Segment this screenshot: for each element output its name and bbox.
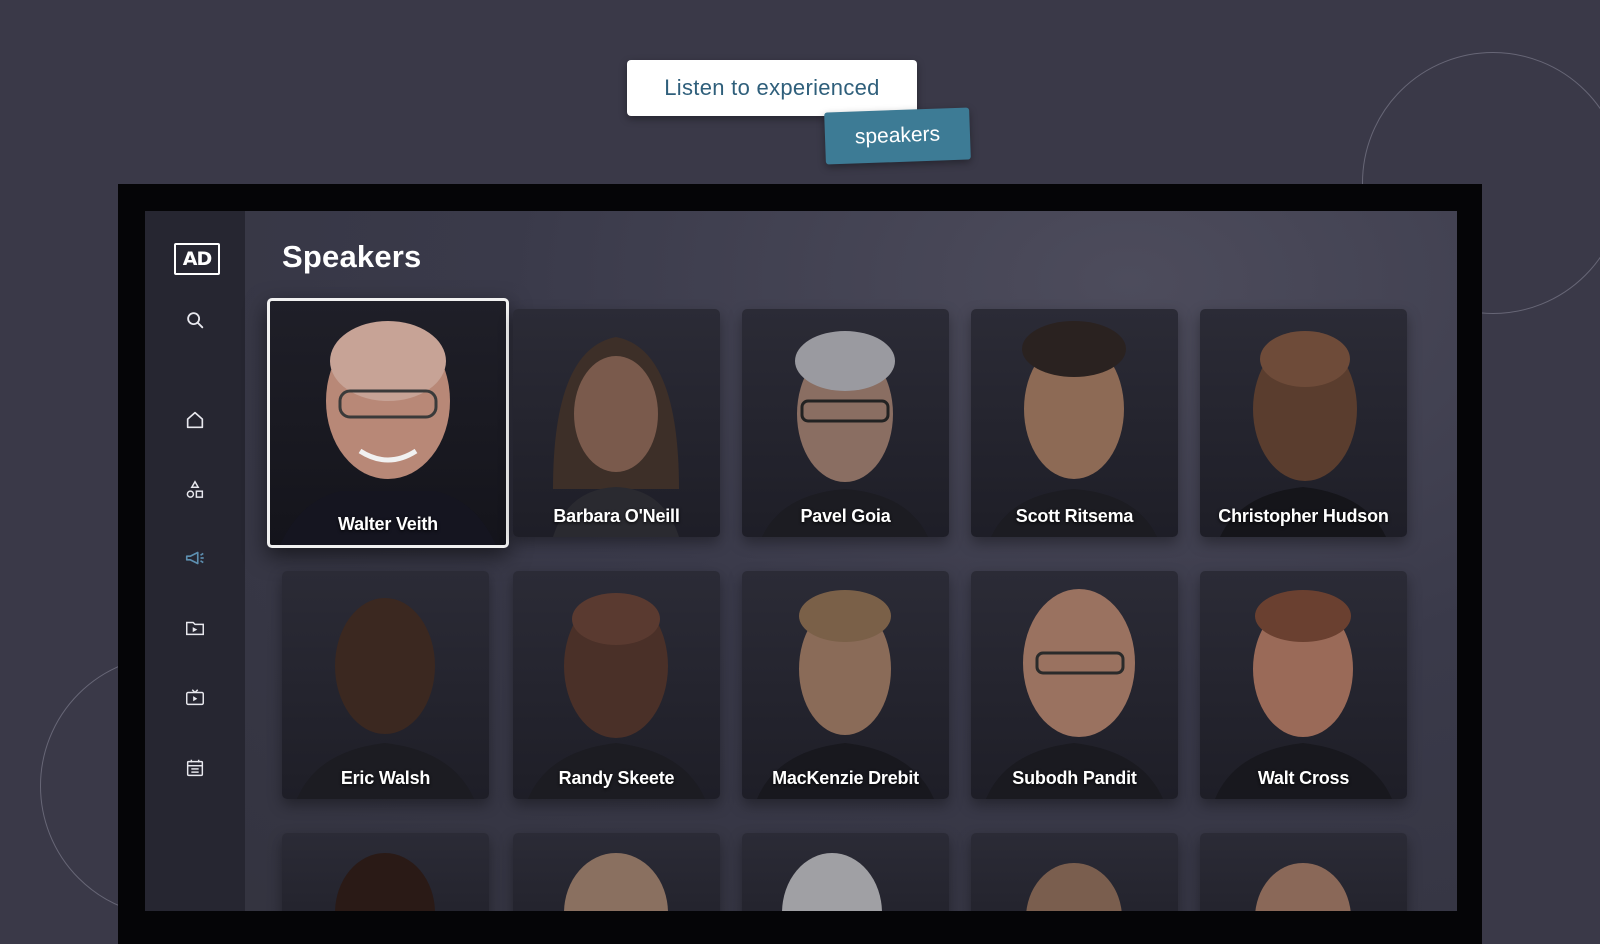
speaker-name: Barbara O'Neill [553, 506, 680, 526]
speaker-name: Randy Skeete [558, 768, 675, 788]
speaker-portrait [335, 853, 435, 911]
speaker-card[interactable]: Christopher Hudson [1200, 309, 1407, 537]
library-icon[interactable] [183, 616, 207, 640]
speaker-name: Pavel Goia [800, 506, 891, 526]
speaker-portrait [280, 321, 496, 545]
speaker-card[interactable]: Pavel Goia [742, 309, 949, 537]
calendar-icon[interactable] [183, 756, 207, 780]
speaker-name: Walt Cross [1257, 768, 1350, 788]
categories-icon[interactable] [183, 478, 207, 502]
speaker-portrait [757, 590, 934, 799]
sidebar: AD [145, 211, 245, 911]
home-icon[interactable] [183, 408, 207, 432]
speaker-name: MacKenzie Drebit [772, 768, 919, 788]
speaker-name: Walter Veith [338, 514, 438, 534]
speaker-name: Christopher Hudson [1218, 506, 1389, 526]
speaker-portrait [991, 321, 1157, 537]
speaker-portrait [564, 853, 668, 911]
speaker-name: Subodh Pandit [1012, 768, 1137, 788]
speaker-card[interactable]: MacKenzie Drebit [742, 571, 949, 799]
speaker-card[interactable] [513, 833, 720, 911]
speaker-portrait [762, 331, 928, 537]
page-title: Speakers [282, 239, 422, 274]
speaker-card[interactable]: Scott Ritsema [971, 309, 1178, 537]
promo-highlight: speakers [824, 107, 971, 165]
speaker-portrait [1255, 863, 1351, 911]
speaker-portrait [1220, 331, 1386, 537]
speaker-card[interactable]: Randy Skeete [513, 571, 720, 799]
speaker-card[interactable] [971, 833, 1178, 911]
speaker-portrait [1026, 863, 1122, 911]
megaphone-icon[interactable] [183, 546, 207, 570]
search-icon[interactable] [183, 308, 207, 332]
speaker-card[interactable]: Barbara O'Neill [513, 309, 720, 537]
speaker-card[interactable]: Eric Walsh [282, 571, 489, 799]
speaker-portrait [782, 853, 882, 911]
speaker-name: Scott Ritsema [1015, 506, 1134, 526]
speaker-portrait [528, 593, 705, 799]
speaker-portrait [986, 589, 1163, 799]
speaker-card[interactable]: Subodh Pandit [971, 571, 1178, 799]
speaker-card[interactable] [282, 833, 489, 911]
speaker-card[interactable] [1200, 833, 1407, 911]
speaker-portrait [1215, 590, 1392, 799]
speaker-card[interactable]: Walter Veith [267, 298, 509, 548]
speaker-portrait [297, 598, 474, 799]
app-screen: AD Speakers Walter Veith Barbara O'Neill… [145, 211, 1457, 911]
promo-caption: Listen to experienced [627, 60, 917, 116]
speaker-portrait [553, 337, 679, 537]
tv-icon[interactable] [183, 686, 207, 710]
speaker-card[interactable]: Walt Cross [1200, 571, 1407, 799]
speaker-name: Eric Walsh [340, 768, 431, 788]
speaker-card[interactable] [742, 833, 949, 911]
app-logo: AD [174, 243, 220, 275]
